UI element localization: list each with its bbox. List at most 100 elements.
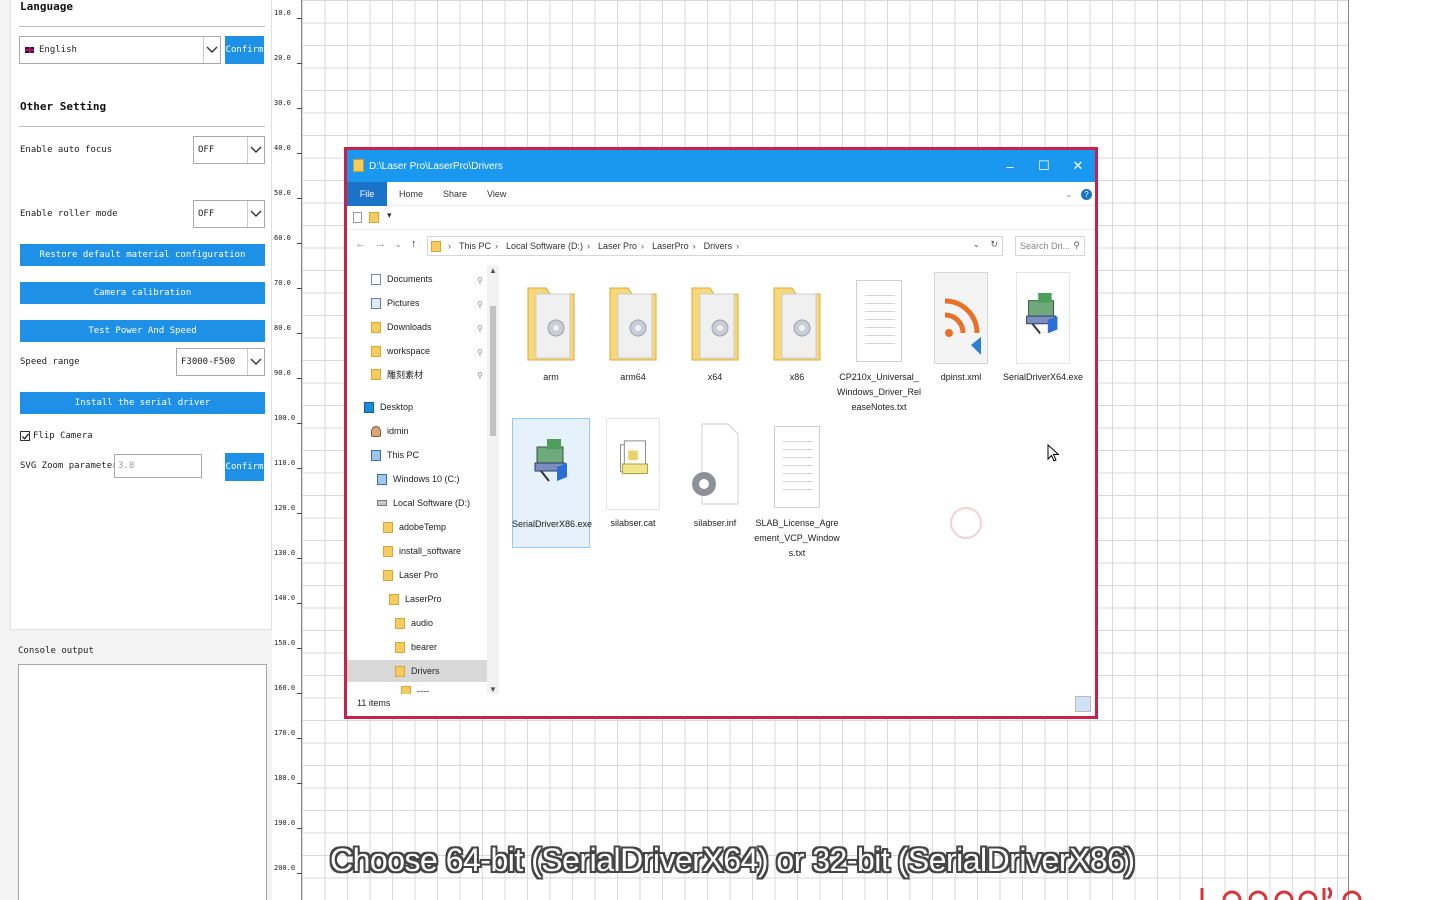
- nav-item-workspace[interactable]: workspace: [371, 340, 430, 362]
- flip-camera-row[interactable]: Flip Camera: [20, 431, 93, 441]
- nav-item-documents[interactable]: Documents: [371, 268, 433, 290]
- brand-logo-icon: [1200, 886, 1362, 900]
- ruler-tick: 90.0: [274, 369, 302, 379]
- console-output-box[interactable]: [18, 664, 267, 900]
- chevron-down-icon[interactable]: [247, 349, 264, 375]
- minimize-button[interactable]: –: [993, 150, 1027, 182]
- nav-item-material[interactable]: 雕刻素材: [371, 363, 423, 385]
- details-view-icon[interactable]: [1053, 696, 1069, 712]
- breadcrumb-local-software[interactable]: Local Software (D:): [506, 241, 583, 251]
- nav-label: 雕刻素材: [387, 369, 424, 380]
- nav-item-drivers[interactable]: Drivers: [347, 660, 487, 682]
- tab-view[interactable]: View: [487, 182, 506, 206]
- file-name: arm: [543, 372, 559, 382]
- pin-icon[interactable]: ⚲: [477, 371, 483, 380]
- file-item-slab-license[interactable]: SLAB_License_Agreement_VCP_Windows.txt: [754, 418, 840, 558]
- nav-label: bearer: [411, 642, 438, 652]
- pin-icon[interactable]: ⚲: [477, 348, 483, 357]
- large-icons-view-icon[interactable]: [1075, 696, 1091, 712]
- chevron-down-icon[interactable]: [247, 137, 264, 163]
- up-arrow-icon[interactable]: ↑: [411, 238, 417, 250]
- title-bar[interactable]: D:\Laser Pro\LaserPro\Drivers – ☐ ✕: [347, 150, 1095, 182]
- folder-icon: [431, 241, 441, 252]
- nav-item-bearer[interactable]: bearer: [395, 636, 437, 658]
- refresh-icon[interactable]: ↻: [990, 239, 998, 250]
- nav-item-pictures[interactable]: Pictures: [371, 292, 420, 314]
- nav-item-this-pc[interactable]: This PC: [371, 444, 419, 466]
- pin-icon[interactable]: ⚲: [477, 300, 483, 309]
- help-icon[interactable]: ?: [1081, 182, 1092, 206]
- breadcrumb-drivers[interactable]: Drivers: [704, 241, 733, 251]
- recent-chevron-icon[interactable]: ⌄: [395, 240, 402, 249]
- customize-qat-icon[interactable]: ▾: [387, 210, 392, 221]
- pin-icon[interactable]: ⚲: [477, 276, 483, 285]
- file-item-arm64[interactable]: arm64: [594, 272, 672, 402]
- nav-scrollbar[interactable]: ▲ ▼: [487, 266, 499, 694]
- nav-label: Laser Pro: [399, 570, 439, 580]
- checkbox-icon[interactable]: [20, 431, 30, 441]
- file-item-serialdriverx86[interactable]: SerialDriverX86.exe: [512, 418, 592, 548]
- svg-zoom-input[interactable]: 3.8: [114, 454, 202, 478]
- ribbon-tabs: File Home Share View ⌄ ?: [347, 182, 1095, 206]
- camera-calibration-button[interactable]: Camera calibration: [20, 282, 265, 304]
- nav-item-audio[interactable]: audio: [395, 612, 433, 634]
- nav-item-laser-pro[interactable]: Laser Pro: [383, 564, 438, 586]
- test-power-speed-button[interactable]: Test Power And Speed: [20, 320, 265, 342]
- roller-mode-select[interactable]: OFF: [193, 200, 265, 228]
- forward-arrow-icon[interactable]: →: [375, 238, 386, 250]
- breadcrumb-laserpro[interactable]: LaserPro: [652, 241, 689, 251]
- nav-item-adobetemp[interactable]: adobeTemp: [383, 516, 446, 538]
- svg-zoom-confirm-button[interactable]: Confirm: [225, 453, 264, 481]
- tab-file[interactable]: File: [347, 182, 387, 206]
- file-item-silabser-cat[interactable]: silabser.cat: [594, 418, 672, 548]
- file-item-silabser-inf[interactable]: silabser.inf: [676, 418, 754, 548]
- back-arrow-icon[interactable]: ←: [355, 238, 366, 250]
- file-item-arm[interactable]: arm: [512, 272, 590, 402]
- nav-item-local-software[interactable]: Local Software (D:): [377, 492, 470, 514]
- folder-settings-icon: [691, 287, 739, 361]
- nav-item-desktop[interactable]: Desktop: [364, 396, 413, 418]
- tab-share[interactable]: Share: [443, 182, 467, 206]
- nav-item-windows-drive[interactable]: Windows 10 (C:): [377, 468, 460, 490]
- file-item-x64[interactable]: x64: [676, 272, 754, 402]
- file-item-dpinst[interactable]: dpinst.xml: [922, 272, 1000, 402]
- status-bar: 11 items: [347, 690, 1095, 716]
- file-item-cp210x-notes[interactable]: CP210x_Universal_Windows_Driver_ReleaseN…: [837, 272, 921, 412]
- speed-range-select[interactable]: F3000-F500: [176, 348, 265, 376]
- auto-focus-select[interactable]: OFF: [193, 136, 265, 164]
- scroll-up-icon[interactable]: ▲: [489, 266, 497, 275]
- nav-item-user[interactable]: idmin: [371, 420, 409, 442]
- ruler-tick: 110.0: [274, 459, 303, 469]
- file-item-serialdriverx64[interactable]: SerialDriverX64.exe: [1003, 272, 1083, 402]
- breadcrumb-laser-pro[interactable]: Laser Pro: [598, 241, 637, 251]
- tab-home[interactable]: Home: [399, 182, 423, 206]
- right-panel: [1348, 0, 1440, 900]
- properties-icon[interactable]: [353, 212, 362, 223]
- folder-icon: [371, 345, 381, 357]
- language-confirm-button[interactable]: Confirm: [225, 36, 264, 64]
- address-dropdown-icon[interactable]: ⌄: [972, 239, 980, 250]
- chevron-down-icon[interactable]: [203, 37, 220, 63]
- breadcrumb-this-pc[interactable]: This PC: [459, 241, 491, 251]
- nav-item-install-software[interactable]: install_software: [383, 540, 461, 562]
- address-bar[interactable]: › This PC › Local Software (D:) › Laser Pr…: [427, 236, 1003, 256]
- close-button[interactable]: ✕: [1061, 150, 1095, 182]
- scrollbar-thumb[interactable]: [490, 306, 496, 436]
- search-icon[interactable]: ⚲: [1073, 240, 1080, 251]
- search-input[interactable]: Search Dri... ⚲: [1015, 236, 1085, 256]
- language-select[interactable]: English: [19, 36, 221, 64]
- pin-icon[interactable]: ⚲: [477, 324, 483, 333]
- nav-item-laserpro[interactable]: LaserPro: [389, 588, 442, 610]
- restore-default-button[interactable]: Restore default material configuration: [20, 244, 265, 266]
- file-item-x86[interactable]: x86: [758, 272, 836, 402]
- new-folder-icon[interactable]: [369, 212, 379, 223]
- vertical-ruler: 10.0 20.0 30.0 40.0 50.0 60.0 70.0 80.0 90.0 100.…: [272, 0, 303, 900]
- file-explorer-window[interactable]: D:\Laser Pro\LaserPro\Drivers – ☐ ✕ File…: [344, 147, 1098, 719]
- chevron-right-icon: ›: [692, 241, 696, 251]
- chevron-down-icon[interactable]: [247, 201, 264, 227]
- install-serial-driver-button[interactable]: Install the serial driver: [20, 392, 265, 414]
- maximize-button[interactable]: ☐: [1027, 150, 1061, 182]
- chevron-down-icon[interactable]: ⌄: [1065, 182, 1073, 206]
- file-name: dpinst.xml: [940, 372, 982, 382]
- nav-item-downloads[interactable]: Downloads: [371, 316, 432, 338]
